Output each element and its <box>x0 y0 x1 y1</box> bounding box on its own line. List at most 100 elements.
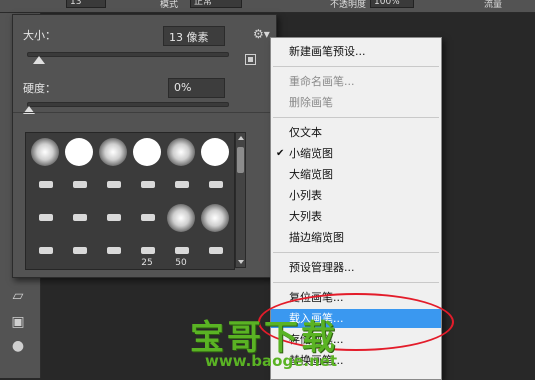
gradient-tool-icon[interactable]: ▣ <box>7 311 29 333</box>
size-slider-track[interactable] <box>27 52 229 57</box>
brush-tip-icon <box>73 181 87 188</box>
brush-tip-icon <box>141 181 155 188</box>
scroll-thumb[interactable] <box>237 147 244 173</box>
menu-separator <box>273 252 439 253</box>
brush-preset[interactable] <box>62 201 96 235</box>
brush-preset[interactable] <box>62 135 96 169</box>
hardness-label: 硬度： <box>23 82 56 95</box>
brush-preset-grid: 25 50 <box>25 132 235 270</box>
brush-tip-icon <box>141 247 155 254</box>
brush-tip-icon <box>175 181 189 188</box>
brush-tip-icon <box>39 214 53 221</box>
menu-item[interactable]: ✔ 小缩览图 <box>271 144 441 163</box>
size-field[interactable]: 13 像素 <box>163 26 225 46</box>
panel-divider <box>13 112 276 113</box>
brush-preset[interactable] <box>62 168 96 202</box>
mode-select[interactable]: 正常 <box>190 0 242 8</box>
opacity-label: 不透明度 <box>330 0 367 10</box>
brush-preset[interactable] <box>28 201 62 235</box>
brush-preset[interactable] <box>96 201 130 235</box>
flow-label: 流量 <box>484 0 503 10</box>
menu-item-label: 仅文本 <box>289 126 322 139</box>
brush-tip-icon <box>175 247 189 254</box>
mode-label: 模式 <box>160 0 179 10</box>
menu-item-label: 大缩览图 <box>289 168 333 181</box>
menu-item[interactable]: 预设管理器... <box>271 258 441 277</box>
gear-icon[interactable]: ⚙▾ <box>253 27 270 41</box>
brush-preset[interactable] <box>130 201 164 235</box>
hardness-field[interactable]: 0% <box>168 78 225 98</box>
brush-preset[interactable] <box>96 168 130 202</box>
brush-preset[interactable] <box>130 135 164 169</box>
new-preset-icon[interactable] <box>245 54 256 65</box>
opacity-field[interactable]: 100% <box>370 0 414 8</box>
brush-round-icon <box>65 138 93 166</box>
checkmark-icon: ✔ <box>276 148 285 159</box>
brush-preset[interactable]: 50 <box>164 234 198 268</box>
brush-tip-icon <box>209 181 223 188</box>
brush-size-box[interactable]: 13 <box>66 0 106 8</box>
brush-preset[interactable] <box>164 135 198 169</box>
brush-preset[interactable] <box>198 135 232 169</box>
brush-round-icon <box>99 138 127 166</box>
brush-preset[interactable] <box>28 135 62 169</box>
brush-tip-icon <box>107 181 121 188</box>
menu-item[interactable]: 大列表 <box>271 207 441 226</box>
menu-item[interactable]: 大缩览图 <box>271 165 441 184</box>
brush-preset-size-label: 25 <box>141 258 153 268</box>
eraser-tool-icon[interactable]: ▱ <box>7 285 29 307</box>
menu-item-label: 小列表 <box>289 189 322 202</box>
menu-item-label: 描边缩览图 <box>289 231 344 244</box>
brush-tip-icon <box>73 214 87 221</box>
brush-tip-icon <box>39 247 53 254</box>
brush-round-icon <box>31 138 59 166</box>
menu-separator <box>273 282 439 283</box>
brush-preset[interactable] <box>198 201 232 235</box>
brush-preset[interactable] <box>198 168 232 202</box>
brush-tip-icon <box>141 214 155 221</box>
brush-preset[interactable] <box>96 135 130 169</box>
brush-tip-icon <box>209 247 223 254</box>
size-slider-thumb[interactable] <box>33 56 45 64</box>
brush-preset[interactable] <box>198 234 232 268</box>
brush-preset-picker: 大小： 13 像素 ⚙▾ 硬度： 0% 25 50 <box>12 14 277 278</box>
brush-preset[interactable] <box>164 168 198 202</box>
menu-item[interactable]: 仅文本 <box>271 123 441 142</box>
menu-item-label: 新建画笔预设... <box>289 45 366 58</box>
hardness-slider-track[interactable] <box>27 102 229 107</box>
menu-item-label: 预设管理器... <box>289 261 355 274</box>
brush-preset[interactable] <box>96 234 130 268</box>
brush-preset-size-label: 50 <box>175 258 187 268</box>
menu-item[interactable]: 小列表 <box>271 186 441 205</box>
brush-preset[interactable] <box>164 201 198 235</box>
brush-tip-icon <box>73 247 87 254</box>
menu-item[interactable]: 删除画笔 <box>271 93 441 112</box>
preset-scrollbar[interactable] <box>235 132 246 268</box>
brush-preset[interactable] <box>130 168 164 202</box>
brush-tip-icon <box>107 214 121 221</box>
options-bar: 13 模式 正常 不透明度 100% 流量 <box>0 0 535 13</box>
menu-item[interactable]: 描边缩览图 <box>271 228 441 247</box>
brush-round-icon <box>201 204 229 232</box>
brush-tip-icon <box>39 181 53 188</box>
brush-round-icon <box>133 138 161 166</box>
menu-item-label: 删除画笔 <box>289 96 333 109</box>
scroll-down-icon[interactable] <box>238 260 244 264</box>
brush-preset[interactable] <box>28 234 62 268</box>
scroll-up-icon[interactable] <box>238 136 244 140</box>
menu-item[interactable]: 重命名画笔... <box>271 72 441 91</box>
menu-separator <box>273 117 439 118</box>
blur-tool-icon[interactable]: ● <box>7 335 29 357</box>
menu-item[interactable]: 新建画笔预设... <box>271 42 441 61</box>
brush-tip-icon <box>107 247 121 254</box>
brush-preset[interactable] <box>28 168 62 202</box>
brush-round-icon <box>167 138 195 166</box>
menu-item-label: 大列表 <box>289 210 322 223</box>
watermark-url: www.baoge.net <box>205 352 338 370</box>
brush-preset[interactable] <box>62 234 96 268</box>
menu-separator <box>273 66 439 67</box>
brush-round-icon <box>201 138 229 166</box>
size-label: 大小： <box>23 29 56 42</box>
brush-preset[interactable]: 25 <box>130 234 164 268</box>
menu-item-label: 小缩览图 <box>289 147 333 160</box>
